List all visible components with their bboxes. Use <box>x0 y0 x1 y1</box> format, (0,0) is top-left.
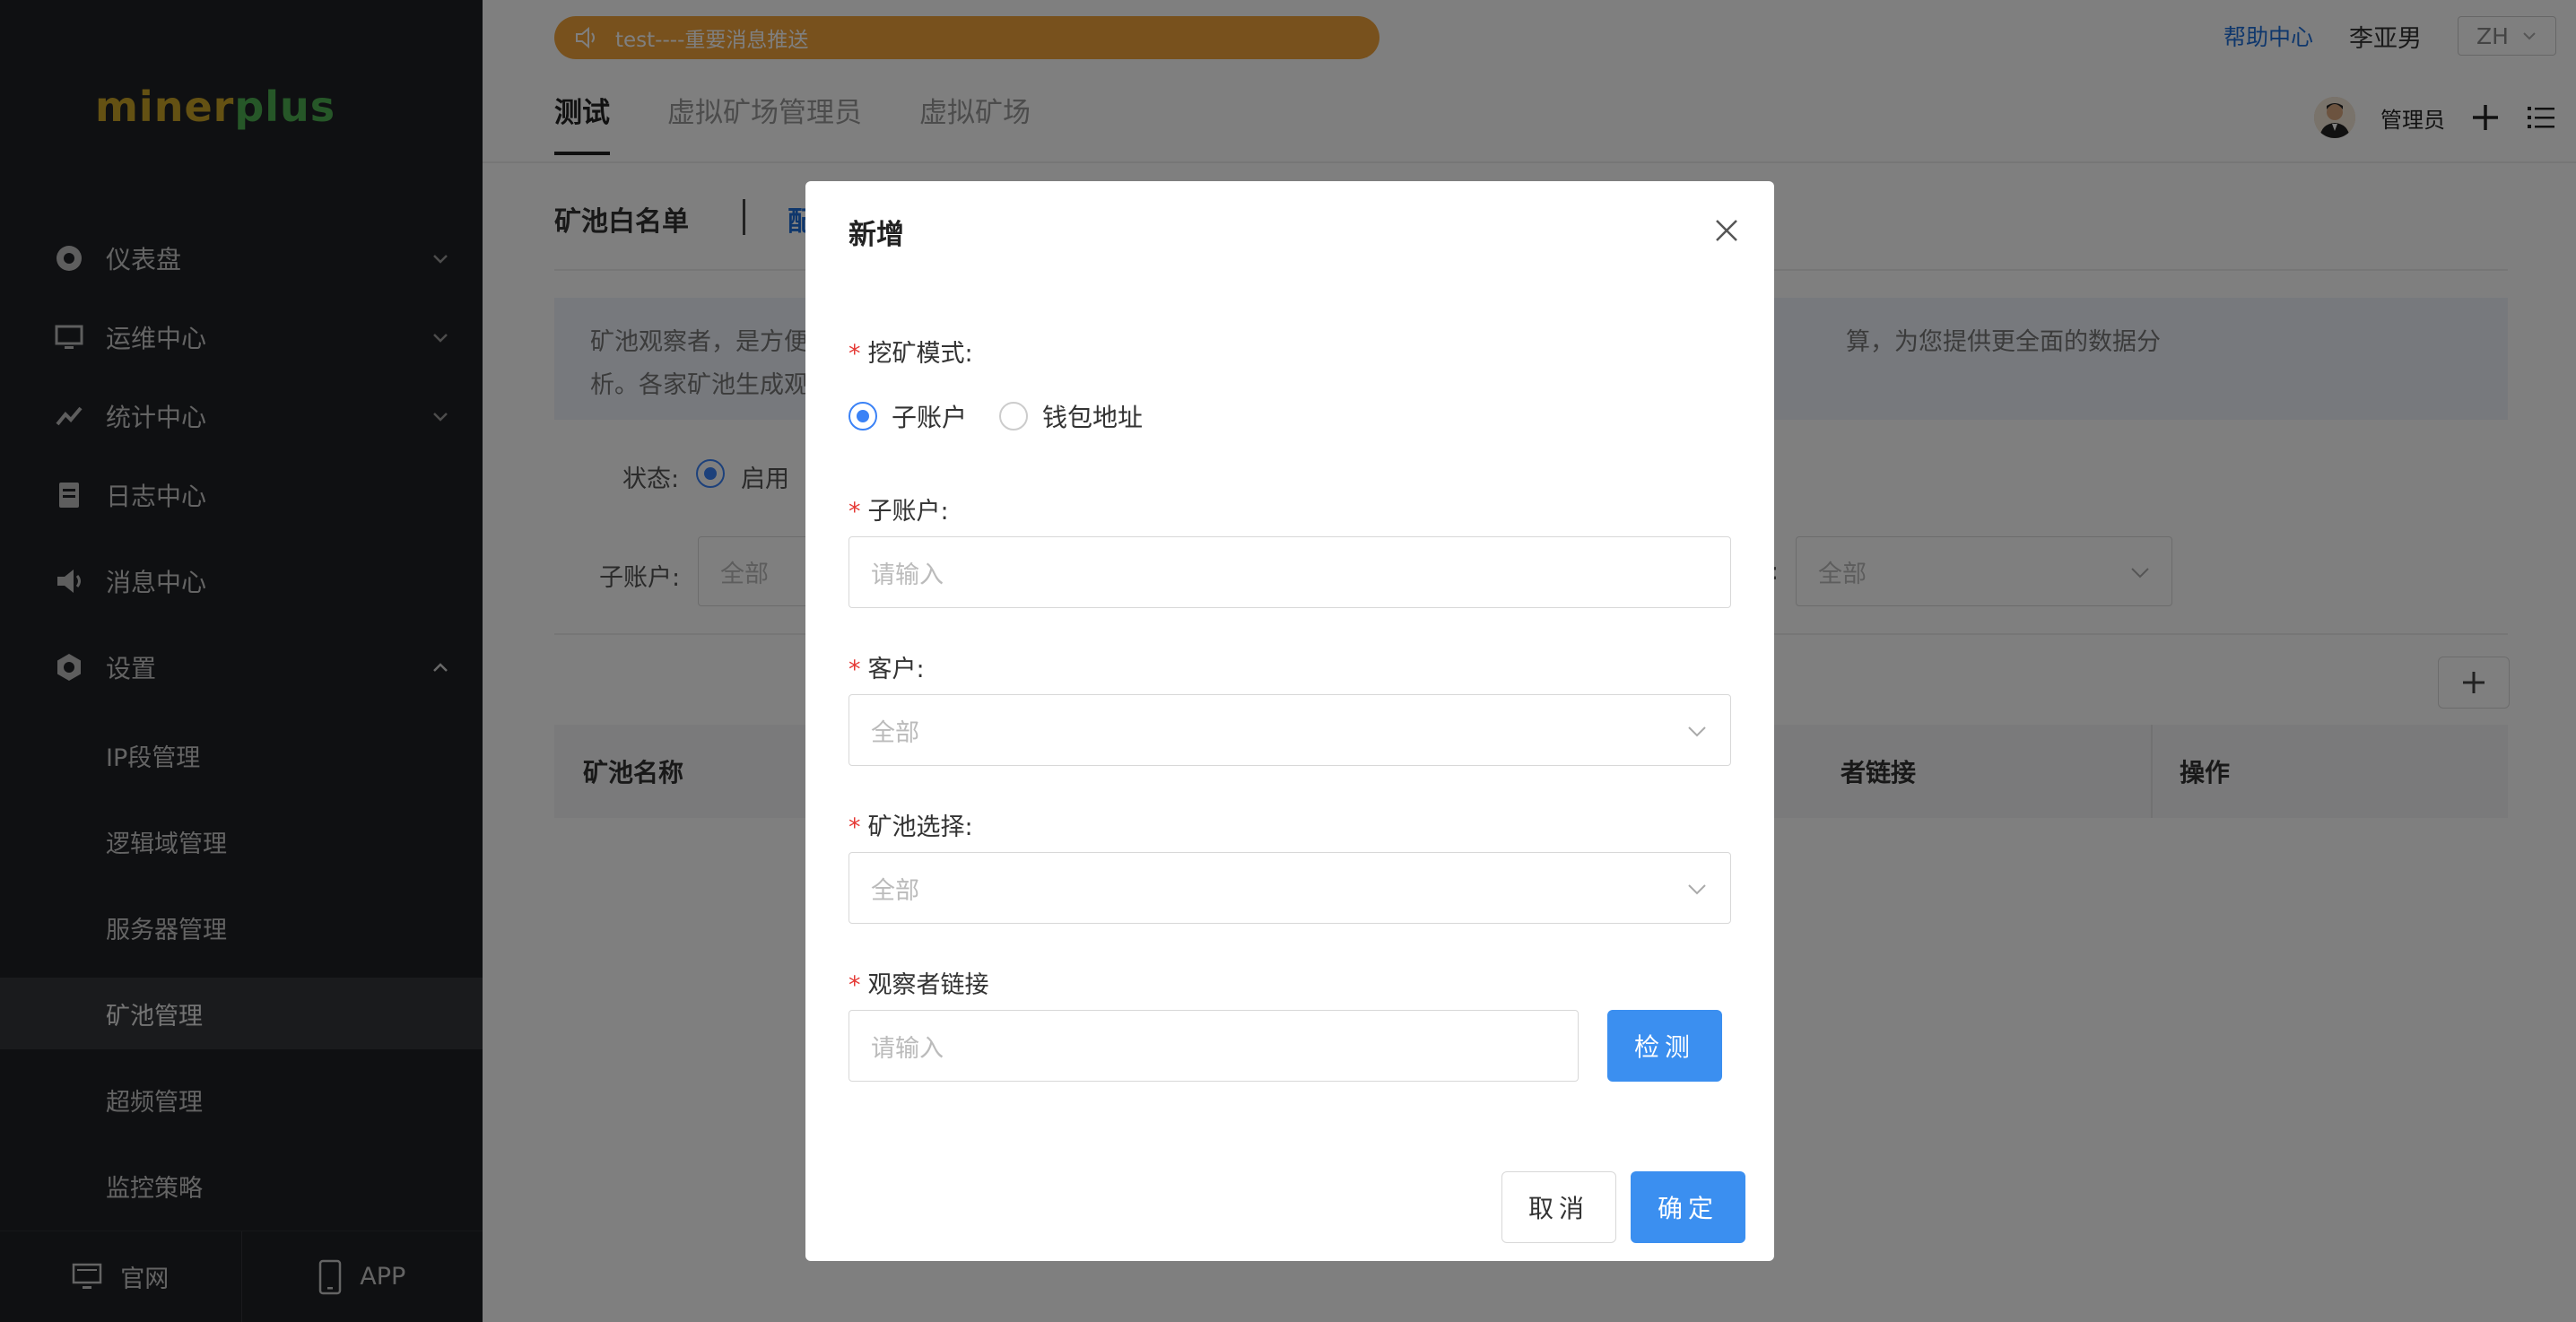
observer-placeholder: 请输入 <box>871 1034 944 1063</box>
radio-wallet-address[interactable] <box>999 402 1029 431</box>
subaccount-label: * 子账户: <box>849 491 949 526</box>
mining-mode-label-text: 挖矿模式: <box>867 340 973 368</box>
confirm-button-label: 确定 <box>1657 1194 1719 1223</box>
observer-label-text: 观察者链接 <box>867 971 989 999</box>
detect-button[interactable]: 检测 <box>1607 1010 1722 1082</box>
add-modal: 新增 * 挖矿模式: 子账户 钱包地址 * 子账户: 请输入 * 客户: 全部 * 矿池… <box>805 181 1774 1261</box>
observer-label: * 观察者链接 <box>849 965 989 1000</box>
mining-mode-label: * 挖矿模式: <box>849 334 973 369</box>
required-mark: * <box>849 813 861 841</box>
customer-value: 全部 <box>871 718 919 747</box>
required-mark: * <box>849 656 861 683</box>
pool-label-text: 矿池选择: <box>867 813 973 841</box>
cancel-button[interactable]: 取消 <box>1501 1171 1616 1243</box>
detect-button-label: 检测 <box>1633 1032 1695 1062</box>
radio-subaccount-label[interactable]: 子账户 <box>892 398 967 434</box>
chevron-down-icon <box>1688 884 1706 895</box>
radio-wallet-address-label[interactable]: 钱包地址 <box>1042 398 1143 434</box>
pool-label: * 矿池选择: <box>849 807 973 842</box>
mining-mode-radio-group: 子账户 钱包地址 <box>849 398 1175 434</box>
cancel-button-label: 取消 <box>1527 1194 1589 1223</box>
subaccount-label-text: 子账户: <box>867 498 949 526</box>
chevron-down-icon <box>1688 726 1706 737</box>
observer-link-input[interactable]: 请输入 <box>849 1010 1579 1082</box>
confirm-button[interactable]: 确定 <box>1631 1171 1745 1243</box>
close-icon[interactable] <box>1713 217 1740 244</box>
modal-title: 新增 <box>849 219 904 251</box>
customer-select[interactable]: 全部 <box>849 694 1731 766</box>
subaccount-placeholder: 请输入 <box>871 561 944 589</box>
radio-subaccount[interactable] <box>849 402 877 431</box>
customer-label-text: 客户: <box>867 656 925 683</box>
required-mark: * <box>849 498 861 526</box>
pool-value: 全部 <box>871 876 919 905</box>
customer-label: * 客户: <box>849 649 925 684</box>
required-mark: * <box>849 971 861 999</box>
required-mark: * <box>849 340 861 368</box>
subaccount-input[interactable]: 请输入 <box>849 536 1731 608</box>
pool-select[interactable]: 全部 <box>849 852 1731 924</box>
